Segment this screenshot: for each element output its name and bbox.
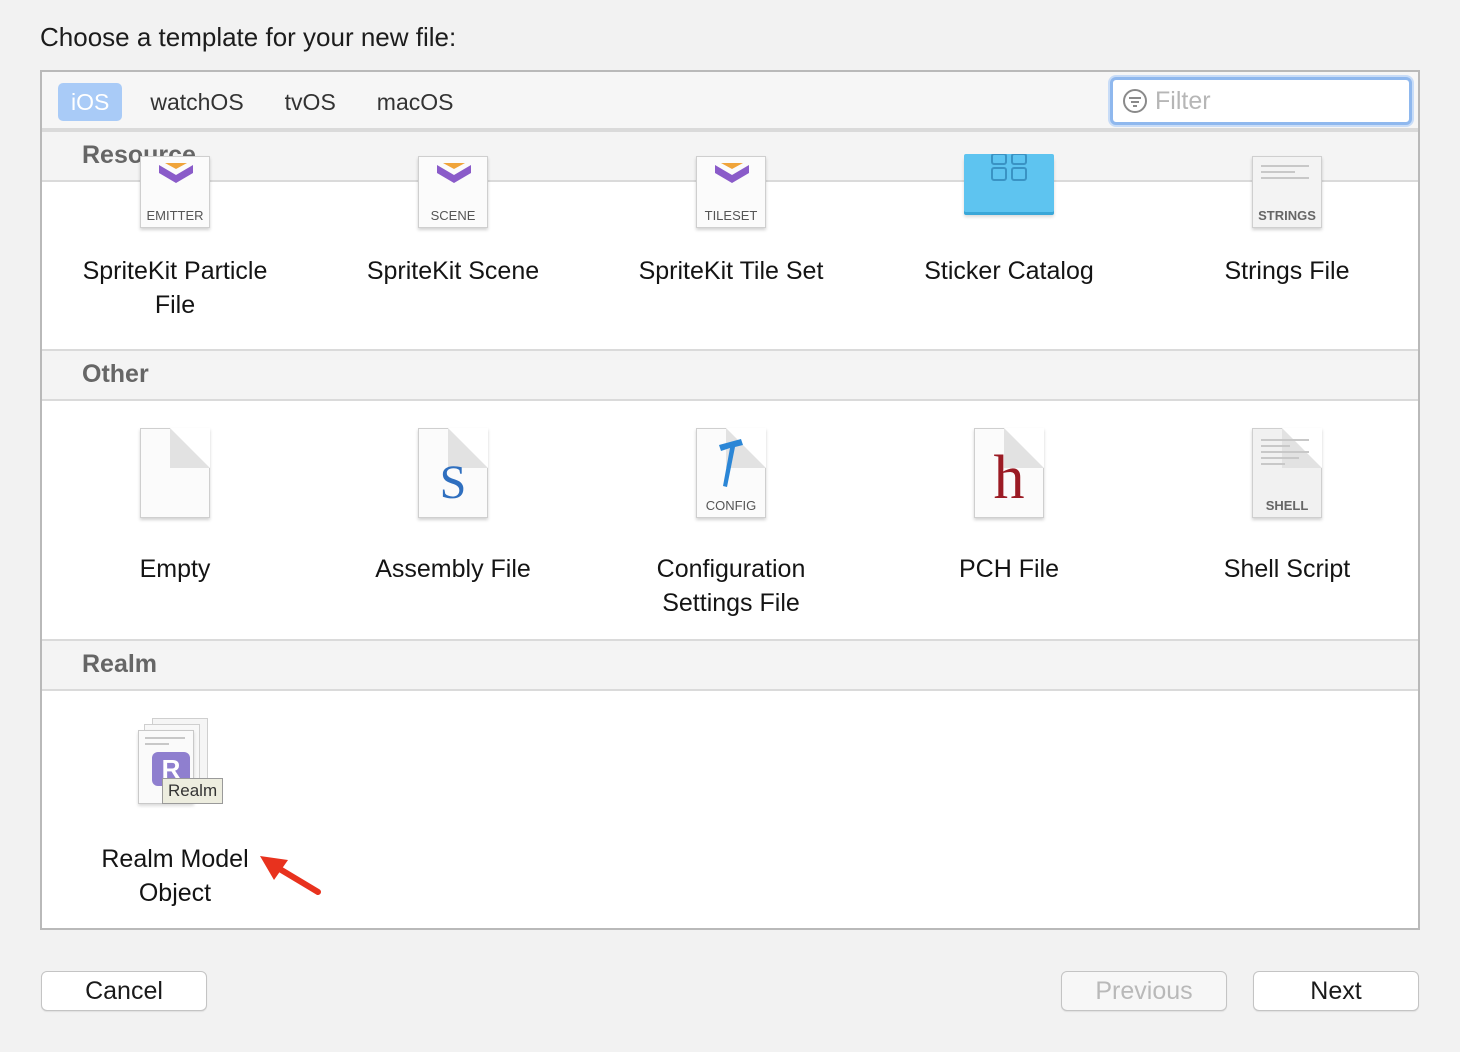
realm-tag: Realm <box>162 778 224 804</box>
template-shell-script[interactable]: SHELL Shell Script <box>1162 428 1412 628</box>
platform-bar: iOS watchOS tvOS macOS <box>42 72 1418 130</box>
assembly-glyph: S <box>439 456 467 509</box>
template-panel: iOS watchOS tvOS macOS Resource EMITTER <box>40 70 1420 930</box>
template-empty[interactable]: Empty <box>50 428 300 628</box>
template-label: Sticker Catalog <box>924 257 1094 285</box>
icon-tag: CONFIG <box>705 498 757 513</box>
template-label: SpriteKit Particle <box>82 257 268 285</box>
template-configuration-settings[interactable]: CONFIG Configuration Settings File <box>606 428 856 628</box>
pch-file-icon: h <box>974 428 1044 518</box>
pch-glyph: h <box>993 444 1025 512</box>
template-spritekit-particle[interactable]: EMITTER SpriteKit Particle File <box>50 156 300 334</box>
template-label: Configuration <box>656 555 806 583</box>
template-label: PCH File <box>958 555 1059 583</box>
template-label: Settings File <box>662 589 800 617</box>
template-spritekit-scene[interactable]: SCENE SpriteKit Scene <box>328 156 578 334</box>
dialog-prompt: Choose a template for your new file: <box>40 22 457 52</box>
template-pch-file[interactable]: h PCH File <box>884 428 1134 628</box>
section-title-realm: Realm <box>82 650 158 678</box>
spritekit-emitter-icon: EMITTER <box>140 156 210 228</box>
template-assembly-file[interactable]: S Assembly File <box>328 428 578 628</box>
section-header-other: Other <box>42 349 1418 401</box>
tab-watchos[interactable]: watchOS <box>137 83 256 121</box>
next-button[interactable]: Next <box>1253 971 1419 1011</box>
previous-button[interactable]: Previous <box>1061 971 1227 1011</box>
icon-tag: EMITTER <box>146 208 204 223</box>
platform-tabs: iOS watchOS tvOS macOS <box>58 83 481 121</box>
template-label: Shell Script <box>1223 555 1351 583</box>
icon-tag: STRINGS <box>1258 208 1316 223</box>
icon-tag: TILESET <box>704 208 758 223</box>
section-header-realm: Realm <box>42 639 1418 691</box>
red-arrow-icon <box>260 856 321 895</box>
shell-script-icon: SHELL <box>1252 428 1322 518</box>
template-label: SpriteKit Tile Set <box>638 257 824 285</box>
filter-field[interactable] <box>1110 77 1412 125</box>
template-label: Empty <box>139 555 211 583</box>
section-title-other: Other <box>82 360 149 388</box>
config-file-icon: CONFIG <box>696 428 766 518</box>
hammer-icon <box>719 439 743 487</box>
template-spritekit-tileset[interactable]: TILESET SpriteKit Tile Set <box>606 156 856 334</box>
template-label: SpriteKit Scene <box>366 257 540 285</box>
filter-icon <box>1123 89 1147 113</box>
spritekit-tileset-icon: TILESET <box>696 156 766 228</box>
filter-input[interactable] <box>1155 83 1395 119</box>
template-label: Strings File <box>1224 257 1350 285</box>
template-sticker-catalog[interactable]: Sticker Catalog <box>884 154 1134 334</box>
template-label: Assembly File <box>375 555 531 583</box>
strings-file-icon: STRINGS <box>1252 156 1322 228</box>
spritekit-scene-icon: SCENE <box>418 156 488 228</box>
sticker-catalog-icon <box>964 154 1054 212</box>
realm-model-icon: R Realm <box>138 718 228 810</box>
template-strings-file[interactable]: STRINGS Strings File <box>1162 156 1412 334</box>
tab-ios[interactable]: iOS <box>58 83 123 121</box>
template-label: File <box>154 291 196 319</box>
tab-tvos[interactable]: tvOS <box>272 83 349 121</box>
assembly-file-icon: S <box>418 428 488 518</box>
empty-file-icon <box>140 428 210 518</box>
tab-macos[interactable]: macOS <box>364 83 467 121</box>
icon-tag: SHELL <box>1265 498 1309 513</box>
cancel-button[interactable]: Cancel <box>41 971 207 1011</box>
icon-tag: SCENE <box>430 208 476 223</box>
